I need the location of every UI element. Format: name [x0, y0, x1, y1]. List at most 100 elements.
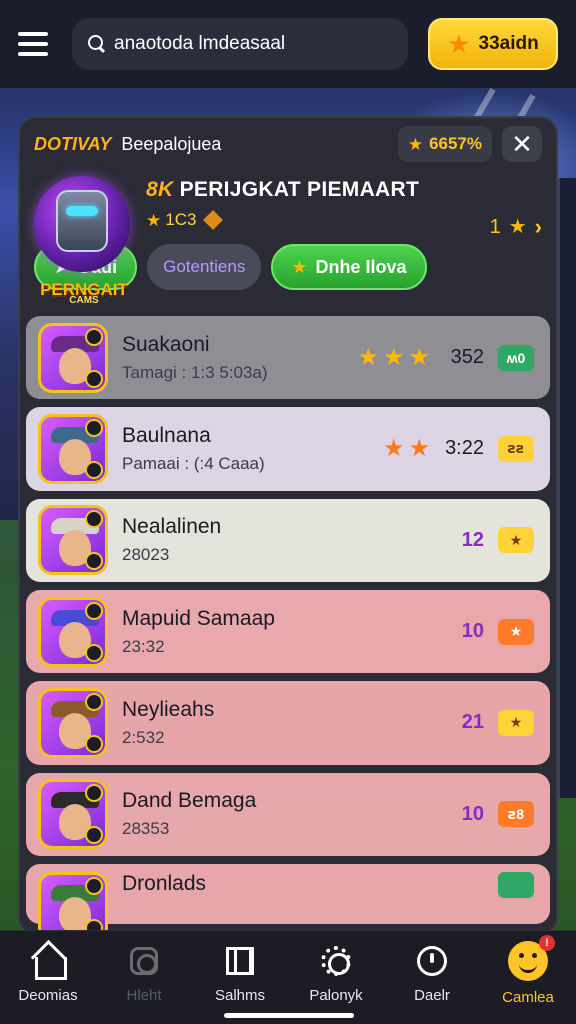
star-icon: ★ — [382, 434, 405, 462]
menu-icon[interactable] — [18, 24, 58, 64]
player-name: Dand Bemaga — [122, 789, 257, 813]
avatar — [38, 871, 108, 934]
player-stars: ★ ★ — [382, 434, 430, 462]
nav-item-camera[interactable]: Hleht — [99, 943, 189, 1004]
list-item[interactable]: Mapuid Samaap 23:32 10 ★ — [26, 589, 550, 674]
player-tag[interactable]: ★ — [498, 527, 534, 554]
star-icon: ★ — [508, 216, 527, 238]
badge-icon — [85, 369, 103, 388]
chat-icon — [414, 943, 450, 979]
list-item[interactable]: Suakaoni Tamagi : 1:3 5:03a) ★ ★ ★ 352 ʍ0 — [26, 316, 550, 400]
player-name: Suakaoni — [122, 332, 210, 356]
top-bar: ★ 33aidn — [0, 0, 576, 88]
player-subtitle: Tamagi : 1:3 5:03a) — [122, 362, 268, 382]
badge-icon — [85, 784, 103, 803]
star-icon: ★ — [408, 434, 430, 462]
list-item[interactable]: Dronlads — [26, 863, 550, 934]
nav-label: Camlea — [502, 989, 554, 1006]
camera-icon — [126, 943, 162, 979]
nav-item-gear[interactable]: Palonyk — [291, 943, 381, 1004]
hero-next-button[interactable]: 1 ★ › — [490, 214, 542, 240]
gem-icon — [203, 210, 224, 230]
bottom-navigation: Deomias Hleht Salhms Palonyk Daelr ! Cam… — [0, 930, 576, 1024]
nav-item-chat[interactable]: Daelr — [387, 943, 477, 1004]
player-name: Neylieahs — [122, 697, 215, 721]
player-score: 12 — [461, 528, 484, 551]
star-icon: ★ — [291, 257, 308, 277]
player-stars: ★ ★ ★ — [357, 343, 430, 371]
list-item[interactable]: Baulnana Pamaai : (:4 Caaa) ★ ★ 3:22 ꙅꙅ — [26, 407, 550, 491]
nav-item-map[interactable]: Salhms — [195, 943, 285, 1004]
logo-subtext: CAMS — [69, 295, 99, 306]
star-icon: ★ — [146, 210, 162, 230]
search-bar[interactable] — [72, 18, 408, 70]
player-subtitle: 23:32 — [122, 636, 165, 656]
player-score: 10 — [461, 620, 484, 643]
nav-label: Hleht — [126, 987, 162, 1004]
badge-icon — [85, 601, 103, 620]
player-tag[interactable] — [498, 871, 534, 898]
coins-label: 33aidn — [478, 33, 539, 54]
player-name: Baulnana — [122, 423, 211, 447]
player-subtitle: Pamaai : (:4 Caaa) — [122, 453, 265, 473]
close-icon: ✕ — [511, 128, 533, 159]
notification-badge: ! — [539, 935, 555, 951]
game-rating: ★ 1C3 — [146, 210, 542, 230]
badge-icon — [85, 510, 103, 529]
map-icon — [222, 943, 258, 979]
badge-icon — [85, 692, 103, 711]
player-tag[interactable]: ʍ0 — [498, 344, 534, 371]
player-tag[interactable]: ★ — [498, 618, 534, 645]
badge-icon — [85, 734, 103, 753]
badge-icon — [85, 643, 103, 662]
home-indicator — [224, 1013, 354, 1018]
avatar — [38, 596, 108, 667]
player-score: 21 — [461, 711, 484, 734]
nav-label: Deomias — [18, 987, 78, 1004]
badge-icon — [85, 460, 103, 479]
gear-icon — [318, 943, 354, 979]
nav-label: Salhms — [214, 987, 266, 1004]
badge-icon — [85, 552, 103, 571]
coins-button[interactable]: ★ 33aidn — [428, 18, 558, 70]
more-button[interactable]: ★ Dnhe Ilova — [271, 244, 427, 290]
list-item[interactable]: Neylieahs 2:532 21 ★ — [26, 681, 550, 765]
star-icon: ★ — [382, 343, 405, 371]
player-subtitle: 2:532 — [122, 727, 165, 747]
avatar — [38, 505, 108, 576]
list-item[interactable]: Dand Bemaga 28353 10 ꙅ8 — [26, 772, 550, 856]
rating-value: 6657% — [429, 134, 482, 153]
avatar — [38, 779, 108, 850]
nav-item-home[interactable]: Deomias — [3, 943, 93, 1004]
leaderboard-panel: DOTIVAY Beepalojuea ★ 6657% ✕ PERNGAIT C… — [18, 116, 558, 936]
star-icon: ★ — [447, 29, 471, 59]
brand-logo: DOTIVAY — [34, 133, 112, 154]
player-name: Dronlads — [122, 871, 207, 895]
player-tag[interactable]: ꙅꙅ — [498, 435, 534, 462]
search-input[interactable] — [114, 33, 392, 55]
search-icon — [88, 35, 106, 53]
player-tag[interactable]: ꙅ8 — [498, 801, 534, 828]
collections-button[interactable]: Gotentiens — [147, 244, 262, 290]
list-item[interactable]: Nealalinen 28023 12 ★ — [26, 498, 550, 582]
rating-chip: ★ 6657% — [397, 126, 492, 162]
player-subtitle: 28023 — [122, 545, 170, 565]
star-icon: ★ — [357, 343, 379, 371]
player-score: 352 — [450, 346, 484, 369]
nav-item-profile[interactable]: ! Camlea — [483, 935, 573, 1006]
badge-icon — [85, 876, 103, 895]
nav-label: Palonyk — [309, 987, 363, 1004]
player-tag[interactable]: ★ — [498, 709, 534, 736]
player-score: 10 — [461, 802, 484, 825]
game-title: 8K PERIJGKAT PIEMAART — [146, 178, 420, 201]
star-icon: ★ — [407, 134, 424, 154]
player-name: Mapuid Samaap — [122, 606, 275, 630]
panel-title: Beepalojuea — [121, 133, 222, 154]
game-logo: PERNGAIT CAMS — [34, 176, 134, 306]
panel-header: DOTIVAY Beepalojuea ★ 6657% ✕ — [20, 118, 556, 170]
badge-icon — [85, 418, 103, 437]
home-icon — [30, 943, 67, 980]
player-name: Nealalinen — [122, 515, 222, 539]
close-button[interactable]: ✕ — [502, 126, 542, 162]
player-score: 3:22 — [445, 437, 484, 460]
